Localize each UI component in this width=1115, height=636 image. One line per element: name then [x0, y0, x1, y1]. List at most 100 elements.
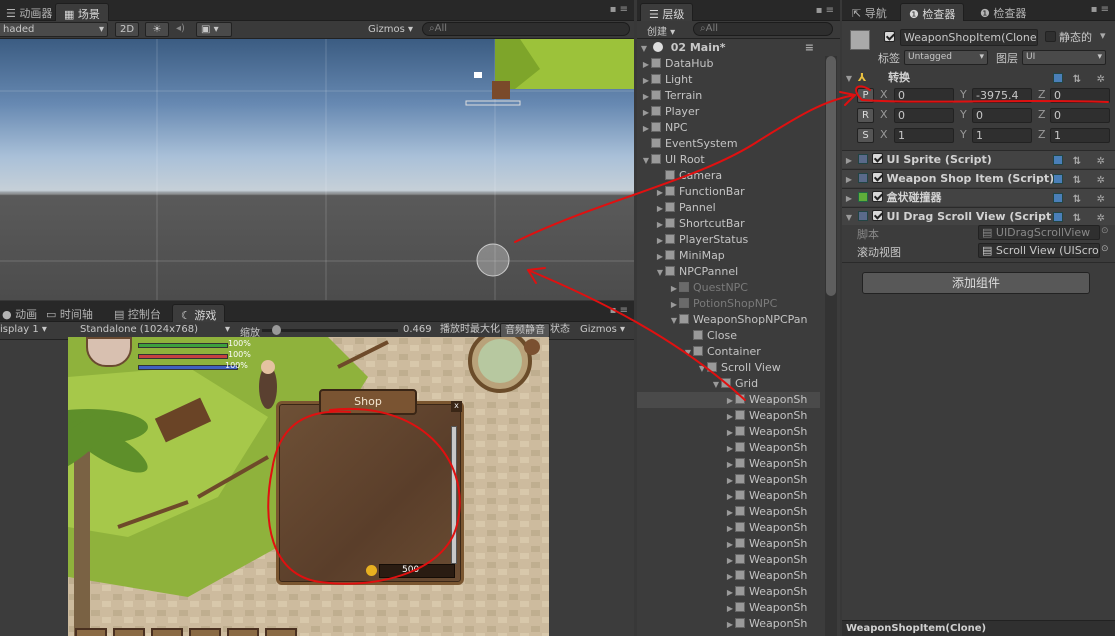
maximize-on-play-toggle[interactable]: 播放时最大化: [436, 323, 504, 338]
hierarchy-item[interactable]: ▼ NPCPannel: [637, 264, 820, 280]
hierarchy-item[interactable]: ▶ MiniMap: [637, 248, 820, 264]
component-enabled-checkbox[interactable]: [871, 172, 883, 183]
component-box-collider[interactable]: ▶ 盒状碰撞器 ⇅ ✲: [842, 188, 1115, 206]
scrollview-field[interactable]: ▤ Scroll View (UIScro: [978, 243, 1100, 258]
hierarchy-search-input[interactable]: ⌕All: [693, 22, 833, 36]
hierarchy-item[interactable]: ▶ Pannel: [637, 200, 820, 216]
selection-gizmo[interactable]: [476, 243, 510, 277]
expand-arrow-icon[interactable]: ▶: [725, 489, 735, 505]
resolution-dropdown[interactable]: Standalone (1024x768) ▾: [80, 324, 230, 335]
hierarchy-item[interactable]: ▶ WeaponSh: [637, 520, 820, 536]
position-z-field[interactable]: 0: [1050, 88, 1110, 103]
collapse-arrow-icon[interactable]: ▼: [641, 153, 651, 169]
collapse-arrow-icon[interactable]: ▼: [655, 265, 665, 281]
hierarchy-item[interactable]: ▶ PlayerStatus: [637, 232, 820, 248]
expand-arrow-icon[interactable]: ▶: [725, 569, 735, 585]
scene-menu-icon[interactable]: ≡: [805, 40, 814, 56]
add-component-button[interactable]: 添加组件: [862, 272, 1090, 294]
tab-scene[interactable]: ▦ 场景: [55, 3, 109, 21]
expand-arrow-icon[interactable]: ▶: [725, 409, 735, 425]
hierarchy-item[interactable]: ▶ ShortcutBar: [637, 216, 820, 232]
object-picker-icon[interactable]: ⊙: [1101, 226, 1109, 236]
hierarchy-scene-row[interactable]: ▼ 02 Main* ≡: [637, 40, 820, 56]
hierarchy-item[interactable]: ▶ WeaponSh: [637, 440, 820, 456]
expand-arrow-icon[interactable]: ▶: [655, 249, 665, 265]
tab-game[interactable]: ☾ 游戏: [172, 304, 226, 322]
hierarchy-item[interactable]: ▼ Grid: [637, 376, 820, 392]
static-checkbox[interactable]: [1045, 31, 1056, 42]
static-dropdown-arrow-icon[interactable]: ▾: [1100, 29, 1106, 42]
gizmos-dropdown[interactable]: Gizmos ▾: [368, 24, 413, 35]
hierarchy-item[interactable]: ▶ NPC: [637, 120, 820, 136]
shop-scrollbar[interactable]: [451, 426, 457, 564]
hierarchy-item[interactable]: ▶ DataHub: [637, 56, 820, 72]
component-enabled-checkbox[interactable]: [871, 210, 883, 221]
window-menu-icons[interactable]: ▪ ≡: [610, 305, 628, 316]
scale-reset-button[interactable]: S: [857, 128, 874, 143]
rotation-z-field[interactable]: 0: [1050, 108, 1110, 123]
component-ui-drag-scroll-view[interactable]: ▼ UI Drag Scroll View (Script ⇅ ✲: [842, 207, 1115, 225]
expand-arrow-icon[interactable]: ▶: [655, 185, 665, 201]
gizmos-dropdown[interactable]: Gizmos ▾: [580, 324, 625, 335]
2d-toggle[interactable]: 2D: [115, 22, 140, 37]
expand-arrow-icon[interactable]: ▶: [641, 89, 651, 105]
hierarchy-item[interactable]: ▼ Container: [637, 344, 820, 360]
tab-navigation[interactable]: ⇱ 导航: [844, 3, 895, 21]
scene-viewport[interactable]: [0, 39, 634, 300]
window-menu-icons[interactable]: ▪ ≡: [610, 4, 628, 15]
minimap-button[interactable]: [524, 339, 540, 355]
transform-header[interactable]: ▼ ⅄ 转换 ⇅ ✲: [842, 69, 1115, 87]
tab-timeline[interactable]: ▭ 时间轴: [38, 304, 101, 322]
mute-audio-toggle[interactable]: 音频静音: [500, 323, 550, 338]
object-picker-icon[interactable]: ⊙: [1101, 244, 1109, 254]
expand-arrow-icon[interactable]: ▶: [844, 190, 854, 208]
tab-animator[interactable]: ☰ 动画器: [0, 3, 60, 21]
help-icon[interactable]: [1053, 174, 1064, 184]
rotation-y-field[interactable]: 0: [972, 108, 1032, 123]
sun-icon[interactable]: ☀: [145, 22, 169, 37]
hierarchy-item[interactable]: ▶ WeaponSh: [637, 424, 820, 440]
position-x-field[interactable]: 0: [894, 88, 954, 103]
expand-arrow-icon[interactable]: ▶: [725, 425, 735, 441]
hierarchy-item[interactable]: ▶ WeaponSh: [637, 568, 820, 584]
expand-arrow-icon[interactable]: ▶: [669, 297, 679, 313]
tab-inspector[interactable]: ❶ 检查器: [900, 3, 965, 21]
scale-z-field[interactable]: 1: [1050, 128, 1110, 143]
hierarchy-item[interactable]: ▶ QuestNPC: [637, 280, 820, 296]
expand-arrow-icon[interactable]: ▶: [844, 171, 854, 189]
slider-thumb[interactable]: [272, 325, 281, 335]
scrollbar-thumb[interactable]: [826, 56, 836, 296]
scale-slider[interactable]: [262, 325, 398, 335]
hierarchy-item[interactable]: ▶ WeaponSh: [637, 504, 820, 520]
hierarchy-item[interactable]: Camera: [637, 168, 820, 184]
active-checkbox[interactable]: [884, 31, 895, 42]
expand-arrow-icon[interactable]: ▶: [725, 521, 735, 537]
expand-arrow-icon[interactable]: ▶: [641, 73, 651, 89]
expand-arrow-icon[interactable]: ▶: [725, 537, 735, 553]
expand-arrow-icon[interactable]: ▶: [725, 473, 735, 489]
audio-icon[interactable]: ◂): [176, 23, 185, 34]
hierarchy-item[interactable]: ▼ UI Root: [637, 152, 820, 168]
expand-arrow-icon[interactable]: ▶: [669, 281, 679, 297]
collapse-arrow-icon[interactable]: ▼: [683, 345, 693, 361]
hierarchy-item[interactable]: ▼ WeaponShopNPCPan: [637, 312, 820, 328]
hierarchy-item[interactable]: ▶ WeaponSh: [637, 408, 820, 424]
scale-x-field[interactable]: 1: [894, 128, 954, 143]
collapse-arrow-icon[interactable]: ▼: [844, 70, 854, 88]
scene-search-input[interactable]: ⌕All: [422, 22, 630, 36]
rotation-x-field[interactable]: 0: [894, 108, 954, 123]
expand-arrow-icon[interactable]: ▶: [641, 57, 651, 73]
object-name-field[interactable]: WeaponShopItem(Clone): [900, 29, 1038, 46]
expand-arrow-icon[interactable]: ▶: [655, 233, 665, 249]
component-enabled-checkbox[interactable]: [871, 153, 883, 164]
layer-dropdown[interactable]: UI ▾: [1022, 50, 1106, 65]
hierarchy-item[interactable]: ▶ Light: [637, 72, 820, 88]
shop-window[interactable]: 500: [276, 401, 464, 585]
hierarchy-item[interactable]: EventSystem: [637, 136, 820, 152]
shading-dropdown[interactable]: haded ▾: [0, 22, 108, 37]
tab-console[interactable]: ▤ 控制台: [106, 304, 169, 322]
collapse-arrow-icon[interactable]: ▼: [697, 361, 707, 377]
hierarchy-item[interactable]: Close: [637, 328, 820, 344]
hierarchy-item[interactable]: ▶ WeaponSh: [637, 488, 820, 504]
hierarchy-item[interactable]: ▶ WeaponSh: [637, 616, 820, 632]
